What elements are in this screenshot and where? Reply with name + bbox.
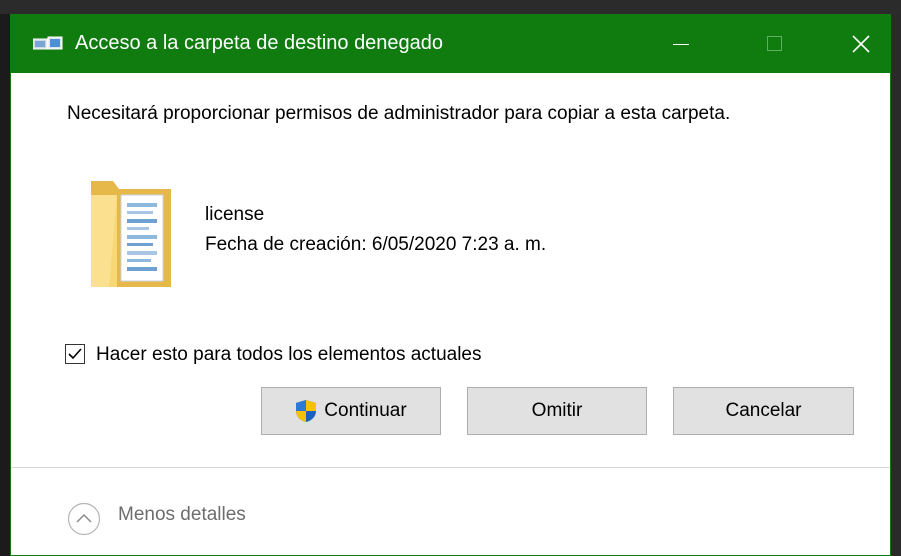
apply-to-all-label[interactable]: Hacer esto para todos los elementos actu… [96, 344, 482, 366]
permission-message: Necesitará proporcionar permisos de admi… [67, 103, 731, 124]
apply-to-all-checkbox[interactable] [65, 344, 85, 364]
uac-shield-icon [296, 400, 317, 422]
background-window-strip [0, 0, 901, 14]
continue-label: Continuar [324, 400, 407, 421]
file-transfer-icon [32, 35, 63, 53]
access-denied-dialog: Acceso a la carpeta de destino denegado … [10, 14, 891, 556]
dialog-title: Acceso a la carpeta de destino denegado [75, 32, 444, 54]
footer-divider [11, 467, 890, 468]
item-name: license [205, 204, 265, 225]
title-bar[interactable]: Acceso a la carpeta de destino denegado [11, 15, 890, 73]
minimize-button[interactable] [659, 15, 715, 73]
minimize-icon [673, 44, 689, 45]
skip-button[interactable]: Omitir [467, 387, 647, 435]
maximize-icon [767, 36, 782, 51]
background-window-edge [0, 14, 10, 556]
item-created-date: Fecha de creación: 6/05/2020 7:23 a. m. [205, 234, 547, 255]
maximize-button [747, 15, 803, 73]
close-button[interactable] [833, 15, 889, 73]
cancel-button[interactable]: Cancelar [673, 387, 854, 435]
checkmark-icon [68, 348, 82, 360]
folder-icon [91, 181, 171, 287]
continue-button[interactable]: Continuar [261, 387, 441, 435]
fewer-details-toggle[interactable]: Menos detalles [118, 504, 246, 526]
chevron-up-circle-icon[interactable] [67, 502, 101, 536]
close-icon [852, 35, 870, 53]
